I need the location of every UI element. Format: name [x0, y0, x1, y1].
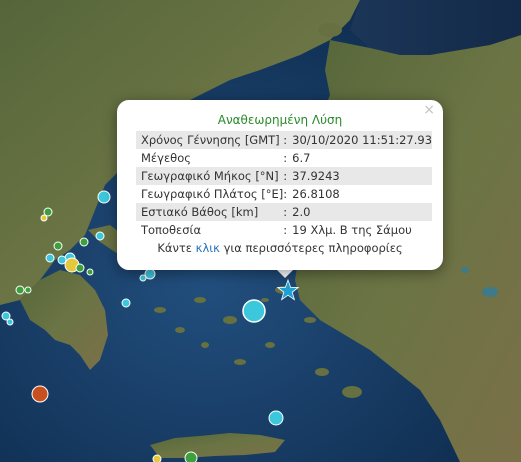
row-value-latitude: 37.9243: [287, 167, 433, 185]
row-value-magnitude: 6.7: [292, 151, 311, 165]
row-label-depth: Εστιακό Βάθος [km]: [136, 203, 284, 221]
quake-marker[interactable]: [6, 318, 14, 326]
quake-marker[interactable]: [97, 190, 111, 204]
table-row: Χρόνος Γέννησης [GMT] : 30/10/2020 11:51…: [136, 131, 433, 149]
map[interactable]: × Αναθεωρημένη Λύση Χρόνος Γέννησης [GMT…: [0, 0, 521, 462]
star-icon[interactable]: [276, 278, 300, 301]
quake-marker[interactable]: [45, 253, 55, 263]
row-label-origin-time: Χρόνος Γέννησης [GMT]: [136, 131, 284, 149]
row-label-latitude: Γεωγραφικό Μήκος [°N]: [136, 167, 284, 185]
row-separator: :: [283, 167, 288, 185]
quake-marker[interactable]: [53, 241, 63, 251]
quake-marker[interactable]: [144, 268, 156, 280]
quake-marker[interactable]: [24, 286, 32, 294]
popup-title: Αναθεωρημένη Λύση: [217, 113, 343, 127]
quake-marker[interactable]: [79, 237, 89, 247]
table-row: Γεωγραφικό Μήκος [°N] : 37.9243: [136, 167, 433, 185]
quake-marker[interactable]: [75, 263, 85, 273]
row-separator: :: [283, 203, 288, 221]
row-value-longitude: 26.8108: [292, 187, 340, 201]
row-label-location: Τοποθεσία: [141, 223, 202, 237]
row-separator: :: [283, 223, 288, 237]
row-separator: :: [283, 187, 288, 201]
more-info-suffix: για περισσότερες πληροφορίες: [223, 241, 403, 255]
quake-marker[interactable]: [139, 274, 147, 282]
row-separator: :: [283, 151, 288, 165]
table-row: Τοποθεσία : 19 Χλμ. Β της Σάμου: [136, 221, 432, 239]
table-row: Μέγεθος : 6.7: [136, 149, 432, 167]
row-value-location: 19 Χλμ. Β της Σάμου: [292, 223, 412, 237]
quake-marker[interactable]: [95, 231, 105, 241]
row-value-depth: 2.0: [287, 203, 433, 221]
quake-marker[interactable]: [15, 285, 25, 295]
more-info-line: Κάντε κλικ για περισσότερες πληροφορίες: [117, 241, 443, 255]
earthquake-info-popup: × Αναθεωρημένη Λύση Χρόνος Γέννησης [GMT…: [117, 100, 443, 270]
row-label-longitude: Γεωγραφικό Πλάτος [°E]: [141, 187, 284, 201]
table-row: Γεωγραφικό Πλάτος [°E] : 26.8108: [136, 185, 432, 203]
more-info-prefix: Κάντε: [157, 241, 193, 255]
quake-marker[interactable]: [184, 451, 198, 462]
quake-marker[interactable]: [152, 454, 162, 462]
row-label-magnitude: Μέγεθος: [141, 151, 191, 165]
row-separator: :: [283, 131, 288, 149]
quake-marker[interactable]: [40, 214, 48, 222]
quake-marker[interactable]: [57, 255, 67, 265]
quake-marker[interactable]: [121, 298, 131, 308]
quake-marker[interactable]: [268, 410, 284, 426]
row-value-origin-time: 30/10/2020 11:51:27.93: [287, 131, 433, 149]
more-info-link[interactable]: κλικ: [196, 241, 220, 255]
quake-marker[interactable]: [86, 268, 94, 276]
quake-marker[interactable]: [31, 385, 49, 403]
table-row: Εστιακό Βάθος [km] : 2.0: [136, 203, 433, 221]
quake-marker[interactable]: [242, 299, 266, 323]
info-table: Χρόνος Γέννησης [GMT] : 30/10/2020 11:51…: [136, 131, 433, 239]
